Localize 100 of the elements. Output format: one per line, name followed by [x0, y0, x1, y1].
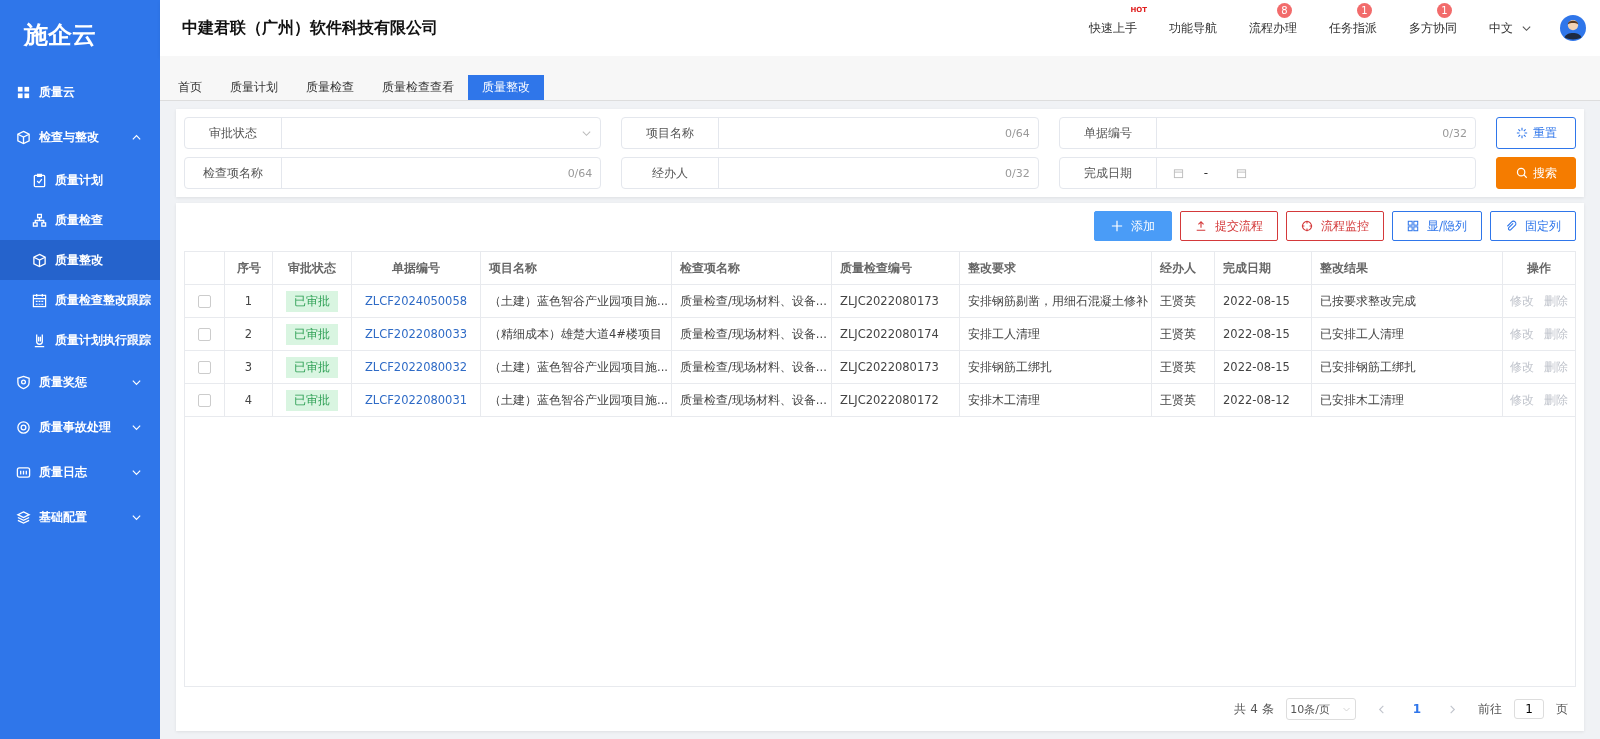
sidebar-item[interactable]: 质量计划执行跟踪 — [0, 320, 160, 360]
page-input[interactable]: 1 — [1514, 699, 1544, 719]
page-tab[interactable]: 质量检查 — [292, 75, 368, 100]
document-link[interactable]: ZLCF2022080032 — [364, 360, 468, 374]
page-tab[interactable]: 质量整改 — [468, 75, 544, 100]
table-cell: 2022-08-15 — [1223, 360, 1290, 374]
nav-link[interactable]: 多方协同 — [1409, 20, 1457, 35]
column-header: 检查项名称 — [680, 259, 740, 277]
column-header: 经办人 — [1160, 259, 1196, 277]
tree-icon — [32, 212, 47, 228]
field-label: 检查项名称 — [185, 158, 282, 188]
sidebar-item[interactable]: 质量奖惩 — [0, 360, 160, 405]
count-badge: 8 — [1277, 2, 1292, 18]
toolbar-button[interactable]: 固定列 — [1490, 211, 1576, 241]
char-counter: 0/64 — [567, 166, 593, 180]
status-tag: 已审批 — [286, 356, 338, 378]
calendar-icon — [32, 292, 47, 308]
nav-link[interactable]: 任务指派 — [1329, 20, 1377, 35]
row-checkbox[interactable] — [198, 327, 211, 341]
company-name: 中建君联（广州）软件科技有限公司 — [182, 17, 438, 39]
nav-link[interactable]: 流程办理 — [1249, 20, 1297, 35]
spinner-icon — [1515, 127, 1528, 139]
nav-link[interactable]: 功能导航 — [1169, 20, 1217, 35]
sidebar-item[interactable]: 质量计划 — [0, 160, 160, 200]
filter-field[interactable]: 单据编号 0/32 — [1058, 117, 1476, 149]
language-select[interactable]: 中文 — [1489, 19, 1532, 37]
cube-icon — [32, 252, 47, 268]
toolbar-button[interactable]: 流程监控 — [1285, 211, 1384, 241]
page-number[interactable]: 1 — [1412, 702, 1421, 716]
document-link[interactable]: ZLCF2022080031 — [364, 393, 468, 407]
toolbar-button[interactable]: 提交流程 — [1179, 211, 1278, 241]
document-link[interactable]: ZLCF2022080033 — [364, 327, 468, 341]
toolbar-icon — [1505, 220, 1517, 232]
table-cell: （精细成本）雄楚大道4#楼项目 — [489, 326, 662, 342]
sidebar-item[interactable]: 基础配置 — [0, 495, 160, 540]
sidebar-item[interactable]: 质量检查 — [0, 200, 160, 240]
chevron-down-icon — [131, 377, 142, 388]
table-cell: 已安排钢筋工绑扎 — [1320, 359, 1416, 375]
toolbar-button[interactable]: 显/隐列 — [1391, 211, 1482, 241]
clipboard-icon — [32, 172, 47, 188]
filter-field[interactable]: 经办人 0/32 — [621, 157, 1039, 189]
table-cell: ZLJC2022080172 — [840, 393, 939, 407]
calendar-icon — [1172, 167, 1184, 179]
count-badge: 1 — [1437, 2, 1452, 18]
add-button[interactable]: 添加 — [1093, 211, 1172, 241]
column-header: 审批状态 — [288, 259, 336, 277]
filter-field[interactable]: 检查项名称 0/64 — [184, 157, 602, 189]
filter-field[interactable]: 审批状态 — [184, 117, 602, 149]
char-counter: 0/32 — [1442, 126, 1467, 140]
table-cell: 安排钢筋剔凿，用细石混凝土修补 — [968, 293, 1148, 309]
field-label: 经办人 — [622, 158, 720, 188]
sidebar-item[interactable]: 检查与整改 — [0, 115, 160, 160]
row-checkbox[interactable] — [198, 294, 211, 308]
chevron-down-icon — [131, 422, 142, 433]
sidebar-item[interactable]: 质量事故处理 — [0, 405, 160, 450]
toolbar-icon — [1300, 220, 1313, 232]
layers-icon — [16, 510, 31, 525]
chevron-down-icon — [131, 512, 142, 523]
row-number: 4 — [244, 393, 253, 407]
sidebar-item[interactable]: 质量日志 — [0, 450, 160, 495]
shield-icon — [16, 375, 31, 390]
table-cell: 王贤英 — [1160, 359, 1196, 375]
sidebar-item[interactable]: 质量整改 — [0, 240, 160, 280]
row-checkbox[interactable] — [198, 360, 211, 374]
next-page-icon[interactable] — [1447, 703, 1458, 715]
reset-button[interactable]: 重置 — [1496, 117, 1576, 149]
nav-link[interactable]: 快速上手 — [1089, 20, 1137, 35]
column-header: 整改要求 — [968, 259, 1016, 277]
logo: 施企云 — [22, 20, 97, 51]
table-cell: 安排钢筋工绑扎 — [968, 359, 1052, 375]
table-cell: （土建）蓝色智谷产业园项目施... — [489, 293, 668, 309]
page-size-select[interactable]: 10条/页 — [1285, 698, 1356, 720]
avatar[interactable] — [1560, 15, 1586, 41]
table-cell: 质量检查/现场材料、设备... — [680, 359, 827, 375]
table-cell: 安排工人清理 — [968, 326, 1040, 342]
page-tab[interactable]: 首页 — [164, 75, 216, 100]
filter-field[interactable]: 项目名称 0/64 — [621, 117, 1039, 149]
sidebar-item[interactable]: 质量云 — [0, 70, 160, 115]
field-label: 单据编号 — [1059, 118, 1157, 148]
table-cell: 质量检查/现场材料、设备... — [680, 293, 827, 309]
column-header: 单据编号 — [392, 259, 440, 277]
target-icon — [16, 420, 31, 435]
page-tab[interactable]: 质量计划 — [216, 75, 292, 100]
field-label: 审批状态 — [185, 118, 282, 148]
char-counter: 0/64 — [1004, 126, 1030, 140]
table-cell: ZLJC2022080173 — [840, 294, 939, 308]
table-cell: 王贤英 — [1160, 326, 1196, 342]
search-button[interactable]: 搜索 — [1496, 157, 1576, 189]
chevron-down-icon — [131, 467, 142, 478]
table-cell: 已安排木工清理 — [1320, 392, 1404, 408]
sidebar-item[interactable]: 质量检查整改跟踪 — [0, 280, 160, 320]
filter-field[interactable]: 完成日期 - — [1058, 157, 1476, 189]
row-number: 1 — [244, 294, 253, 308]
page-suffix: 页 — [1556, 700, 1568, 718]
document-link[interactable]: ZLCF2024050058 — [364, 294, 468, 308]
table-cell: 已按要求整改完成 — [1320, 293, 1416, 309]
row-checkbox[interactable] — [198, 393, 211, 407]
status-tag: 已审批 — [286, 323, 338, 345]
page-tab[interactable]: 质量检查查看 — [368, 75, 468, 100]
table-cell: 2022-08-15 — [1223, 294, 1290, 308]
